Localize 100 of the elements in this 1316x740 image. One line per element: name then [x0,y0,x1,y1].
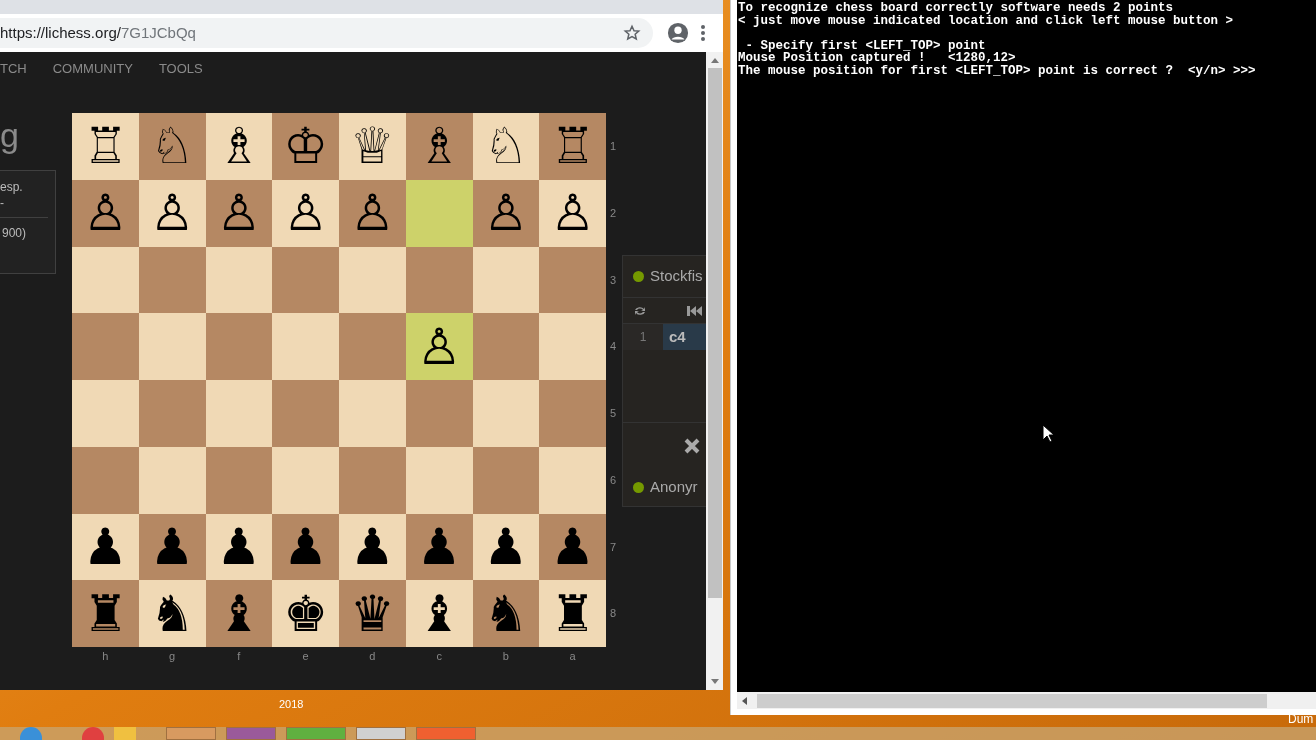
horizontal-scrollbar[interactable] [737,692,1316,709]
scroll-left-icon[interactable] [742,696,747,705]
board-square[interactable]: ♝ [405,580,473,647]
board-square[interactable]: ♖ [72,113,139,180]
board-square[interactable]: ♟ [138,513,206,581]
board-square[interactable]: ♝ [205,580,273,647]
app-taskbar-icon[interactable] [356,727,406,740]
board-square[interactable] [539,380,606,447]
board-square[interactable] [272,380,339,447]
chess-piece[interactable]: ♗ [216,121,262,172]
chess-piece[interactable]: ♙ [283,188,329,239]
nav-link[interactable]: TCH [0,59,27,79]
nav-link[interactable]: TOOLS [158,59,203,79]
scroll-up-icon[interactable] [710,58,719,63]
board-square[interactable] [405,179,473,247]
account-icon[interactable] [667,22,689,44]
chess-piece[interactable]: ♚ [283,588,329,639]
chess-piece[interactable]: ♙ [416,321,462,372]
vertical-scrollbar[interactable] [706,52,723,690]
board-square[interactable]: ♜ [72,580,139,647]
board-square[interactable]: ♚ [272,580,339,647]
board-square[interactable] [472,246,540,314]
board-square[interactable]: ♟ [472,513,540,581]
chess-piece[interactable]: ♝ [416,588,462,639]
board-square[interactable] [72,446,139,514]
board-square[interactable] [72,380,139,447]
board-square[interactable] [272,313,339,380]
board-square[interactable]: ♙ [72,179,139,247]
chess-piece[interactable]: ♟ [283,521,329,572]
move-entry[interactable]: c4 [663,324,706,350]
board-square[interactable]: ♜ [539,580,606,647]
chess-piece[interactable]: ♜ [82,588,128,639]
app-taskbar-icon[interactable] [416,727,476,740]
board-square[interactable] [539,313,606,380]
board-square[interactable]: ♟ [72,513,139,581]
board-square[interactable]: ♗ [205,113,273,180]
board-square[interactable]: ♗ [405,113,473,180]
board-square[interactable]: ♙ [472,179,540,247]
board-square[interactable] [539,246,606,314]
board-square[interactable]: ♙ [405,313,473,380]
chess-piece[interactable]: ♝ [216,588,262,639]
browser-taskbar-icon[interactable] [20,727,42,740]
chess-piece[interactable]: ♗ [416,121,462,172]
board-square[interactable]: ♞ [138,580,206,647]
board-square[interactable] [138,313,206,380]
chess-piece[interactable]: ♙ [82,188,128,239]
star-icon[interactable] [623,24,641,42]
board-square[interactable] [138,380,206,447]
scrollbar-thumb[interactable] [707,68,722,598]
board-square[interactable] [138,446,206,514]
board-square[interactable] [472,313,540,380]
board-square[interactable]: ♟ [405,513,473,581]
flip-board-icon[interactable] [633,304,647,317]
chess-piece[interactable]: ♔ [283,121,329,172]
chess-piece[interactable]: ♞ [483,588,529,639]
chess-piece[interactable]: ♙ [216,188,262,239]
app-taskbar-icon[interactable] [82,727,104,740]
board-square[interactable]: ♔ [272,113,339,180]
chess-board[interactable]: ♖ ♘ ♗ ♔ ♕ ♗ ♘ ♖ ♙ ♙ ♙ ♙ ♙ ♙ ♙ ♙ ♟ ♟ ♟ ♟ ♟ ♟ ♟ ♟ ♜ ♞ ♝ ♚ ♛ ♝ ♞ ♜ [72,113,606,647]
board-square[interactable] [205,246,273,314]
board-square[interactable]: ♙ [539,179,606,247]
chess-piece[interactable]: ♟ [149,521,195,572]
board-square[interactable] [205,380,273,447]
board-square[interactable] [272,246,339,314]
board-square[interactable] [339,313,406,380]
chess-piece[interactable]: ♙ [550,188,596,239]
board-square[interactable] [405,380,473,447]
chess-piece[interactable]: ♛ [349,588,395,639]
board-square[interactable] [205,313,273,380]
board-square[interactable] [138,246,206,314]
chess-piece[interactable]: ♟ [416,521,462,572]
board-square[interactable] [272,446,339,514]
board-square[interactable] [205,446,273,514]
board-square[interactable] [405,246,473,314]
board-square[interactable] [405,446,473,514]
first-move-icon[interactable] [687,304,703,317]
chess-piece[interactable]: ♘ [483,121,529,172]
board-square[interactable]: ♙ [272,179,339,247]
board-square[interactable]: ♙ [205,179,273,247]
board-square[interactable]: ♟ [205,513,273,581]
board-square[interactable]: ♟ [272,513,339,581]
board-square[interactable] [72,313,139,380]
app-taskbar-icon[interactable] [166,727,216,740]
chess-piece[interactable]: ♟ [216,521,262,572]
board-square[interactable]: ♙ [138,179,206,247]
folder-taskbar-icon[interactable] [114,727,136,740]
board-square[interactable]: ♛ [339,580,406,647]
board-square[interactable] [539,446,606,514]
board-square[interactable]: ♟ [539,513,606,581]
nav-link[interactable]: COMMUNITY [52,59,133,79]
chess-piece[interactable]: ♜ [550,588,596,639]
menu-icon[interactable] [701,25,705,41]
board-square[interactable] [339,446,406,514]
chess-piece[interactable]: ♙ [349,188,395,239]
board-square[interactable] [339,246,406,314]
app-taskbar-icon[interactable] [226,727,276,740]
chess-piece[interactable]: ♟ [349,521,395,572]
board-square[interactable]: ♟ [339,513,406,581]
app-taskbar-icon[interactable] [286,727,346,740]
chess-piece[interactable]: ♕ [349,121,395,172]
